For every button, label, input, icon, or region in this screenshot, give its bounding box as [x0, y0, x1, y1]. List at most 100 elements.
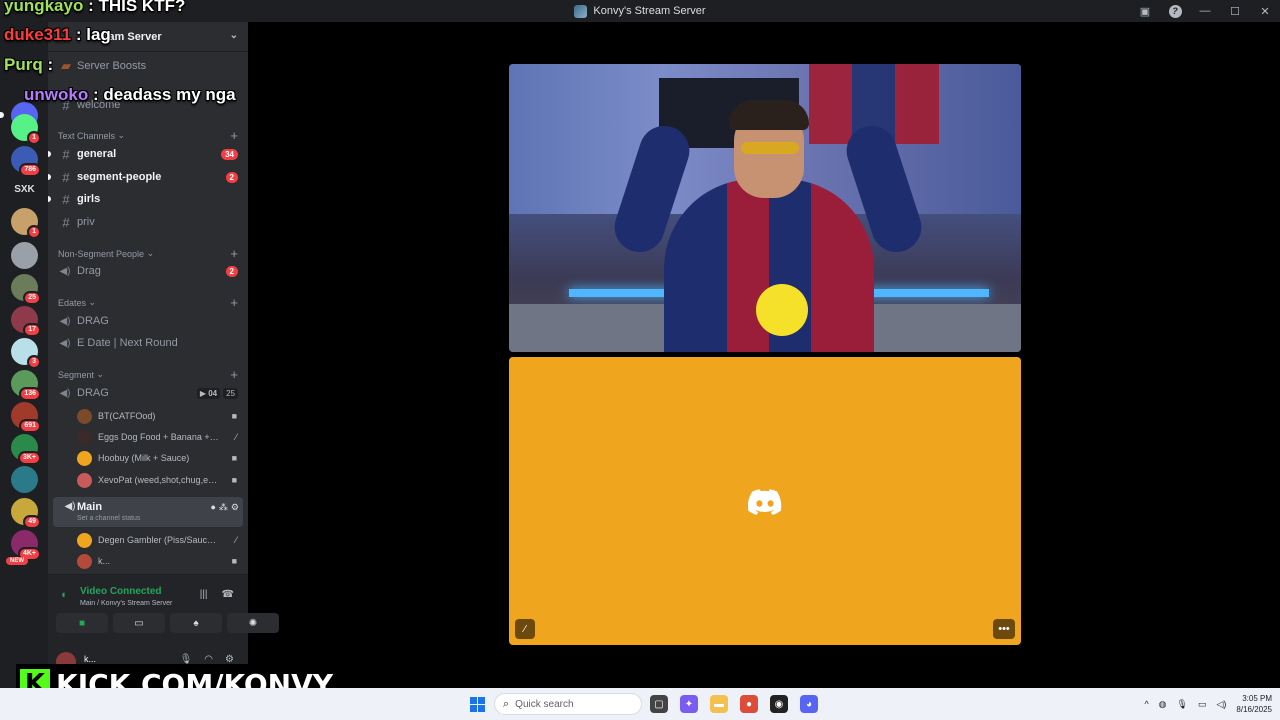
server-icon[interactable]: 49: [11, 498, 41, 529]
category-segment[interactable]: Segment ⌄ +: [58, 367, 238, 382]
soundboard-button[interactable]: ✺: [227, 613, 279, 633]
add-channel-icon[interactable]: +: [230, 128, 238, 143]
maximize-button[interactable]: ☐: [1220, 0, 1250, 22]
add-channel-icon[interactable]: +: [230, 367, 238, 382]
voice-channel-main[interactable]: ◀) Main Set a channel status ● ⁂ ⚙: [53, 497, 243, 527]
channel-label: girls: [77, 193, 101, 205]
add-channel-icon[interactable]: +: [230, 246, 238, 261]
close-button[interactable]: ✕: [1250, 0, 1280, 22]
channel-label: DRAG: [77, 315, 109, 327]
channel-girls[interactable]: # girls: [48, 189, 248, 209]
server-icon[interactable]: 136: [11, 370, 41, 401]
server-icon[interactable]: 691: [11, 402, 41, 433]
mute-icon[interactable]: ⁄: [515, 619, 535, 639]
title-bar: Konvy's Stream Server ▣ ? — ☐ ✕: [0, 0, 1280, 22]
server-icon[interactable]: 17: [11, 306, 41, 337]
chat-user: duke311: [4, 25, 72, 44]
user-name: k...: [98, 556, 111, 566]
hangup-icon[interactable]: ☎: [222, 589, 234, 600]
noise-suppression-icon[interactable]: |||: [200, 589, 208, 600]
discord-taskbar-icon[interactable]: ◕: [800, 695, 818, 713]
video-tile[interactable]: [509, 64, 1021, 352]
help-icon[interactable]: ?: [1160, 0, 1190, 22]
server-icon[interactable]: 4K+: [11, 530, 41, 561]
clock-date: 8/16/2025: [1236, 705, 1272, 714]
voice-user[interactable]: k... ■: [77, 551, 243, 571]
windows-start-icon[interactable]: [470, 697, 485, 712]
server-icon[interactable]: 3: [11, 338, 41, 369]
task-view-icon[interactable]: ▢: [650, 695, 668, 713]
voice-channel-drag[interactable]: ◀) Drag 2: [48, 261, 248, 281]
server-icon[interactable]: 3K+: [11, 434, 41, 465]
voice-location[interactable]: Main / Konvy's Stream Server: [80, 600, 172, 607]
chat-text: : deadass my nga: [92, 85, 236, 104]
voice-user[interactable]: BT(CATFOod) ■: [77, 406, 243, 426]
signal-icon[interactable]: ◖: [60, 589, 67, 601]
voice-user[interactable]: Degen Gambler (Piss/Sauce ... ⁄: [77, 530, 243, 550]
server-boosts-item[interactable]: ▰ Server Boosts: [48, 56, 248, 76]
clock-time: 3:05 PM: [1242, 694, 1272, 703]
mic-icon[interactable]: 🎙: [1177, 699, 1188, 710]
chat-message: duke311 : lag: [4, 25, 111, 45]
voice-channel-edates-drag[interactable]: ◀) DRAG: [48, 311, 248, 331]
taskbar-search[interactable]: ⌕ Quick search: [494, 693, 642, 715]
hash-icon: #: [62, 169, 70, 185]
copilot-icon[interactable]: ✦: [680, 695, 698, 713]
minimize-button[interactable]: —: [1190, 0, 1220, 22]
channel-status[interactable]: Set a channel status: [77, 515, 140, 522]
voice-channel-e-date[interactable]: ◀) E Date | Next Round: [48, 333, 248, 353]
channel-actions: ● ⁂ ⚙: [210, 502, 239, 513]
chat-user: yungkayo: [4, 0, 84, 15]
voice-user[interactable]: Eggs Dog Food + Banana + M... ⁄: [77, 427, 243, 447]
voice-status[interactable]: Video Connected: [80, 586, 162, 597]
volume-icon[interactable]: ◁): [1216, 699, 1226, 710]
user-name: Hoobuy (Milk + Sauce): [98, 453, 190, 463]
file-explorer-icon[interactable]: ▬: [710, 695, 728, 713]
server-icon[interactable]: [11, 242, 38, 269]
add-channel-icon[interactable]: +: [230, 295, 238, 310]
taskbar-apps: ▢ ✦ ▬ ● ◉ ◕: [650, 695, 818, 713]
category-text-channels[interactable]: Text Channels ⌄ +: [58, 128, 238, 143]
server-icon[interactable]: SXK: [11, 176, 38, 203]
server-icon[interactable]: 1: [11, 208, 41, 239]
network-icon[interactable]: ◍: [1159, 699, 1167, 710]
speaker-icon: ◀): [64, 501, 76, 512]
invite-icon[interactable]: ⁂: [219, 502, 228, 513]
camera-button[interactable]: ■: [56, 613, 108, 633]
gear-icon[interactable]: ⚙: [231, 502, 239, 513]
rail-badge: 786: [19, 163, 41, 177]
server-icon[interactable]: 1: [11, 114, 41, 145]
voice-panel: ◖ Video Connected Main / Konvy's Stream …: [48, 574, 279, 640]
voice-user[interactable]: Hoobuy (Milk + Sauce) ■: [77, 448, 243, 468]
server-icon[interactable]: 786: [11, 146, 41, 177]
chat-user: unwoko: [24, 85, 89, 104]
more-icon[interactable]: •••: [993, 619, 1015, 639]
voice-channel-segment-drag[interactable]: ◀) DRAG ▶ 04 25: [48, 383, 248, 403]
server-icon[interactable]: 25: [11, 274, 41, 305]
screenshare-button[interactable]: ▭: [113, 613, 165, 633]
search-icon: ⌕: [503, 697, 510, 710]
chrome-icon[interactable]: ●: [740, 695, 758, 713]
clock[interactable]: 3:05 PM 8/16/2025: [1236, 693, 1272, 715]
mention-badge: 34: [221, 148, 238, 160]
inbox-icon[interactable]: ▣: [1130, 0, 1160, 22]
speaker-icon: ◀): [59, 387, 71, 399]
user-name: BT(CATFOod): [98, 411, 156, 421]
user-name[interactable]: k...: [84, 654, 96, 664]
channel-general[interactable]: # general 34: [48, 144, 248, 164]
voice-buttons: ■ ▭ ♠ ✺: [56, 613, 279, 633]
server-icon[interactable]: [11, 466, 38, 493]
rail-badge: 1: [27, 131, 41, 145]
chat-icon[interactable]: ●: [210, 502, 215, 513]
activity-button[interactable]: ♠: [170, 613, 222, 633]
channel-segment-people[interactable]: # segment-people 2: [48, 167, 248, 187]
category-edates[interactable]: Edates ⌄ +: [58, 295, 238, 310]
display-icon[interactable]: ▭: [1198, 699, 1207, 710]
channel-priv[interactable]: # priv: [48, 212, 248, 232]
participant-tile[interactable]: ⁄ •••: [509, 357, 1021, 645]
voice-user[interactable]: XevoPat (weed,shot,chug,ex... ■: [77, 470, 243, 490]
category-non-segment[interactable]: Non-Segment People ⌄ +: [58, 246, 238, 261]
app-icon[interactable]: ◉: [770, 695, 788, 713]
chat-user: Purq: [4, 55, 43, 74]
chevron-up-icon[interactable]: ^: [1144, 699, 1148, 709]
